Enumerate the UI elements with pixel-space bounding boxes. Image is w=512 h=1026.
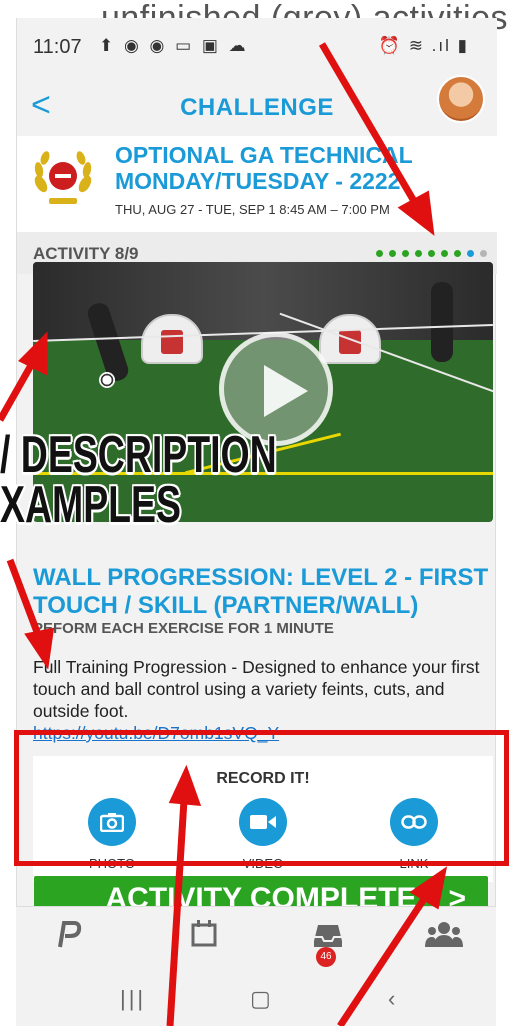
annotation-arrowhead [24,627,55,670]
annotation-arrow [0,358,38,422]
annotation-arrow [6,558,44,642]
annotation-arrows [0,42,448,1026]
annotation-arrow [337,894,429,1026]
annotation-arrow [166,799,188,1026]
annotation-arrow [318,42,422,210]
annotation-arrowhead [397,190,435,236]
annotation-arrowhead [168,764,202,806]
